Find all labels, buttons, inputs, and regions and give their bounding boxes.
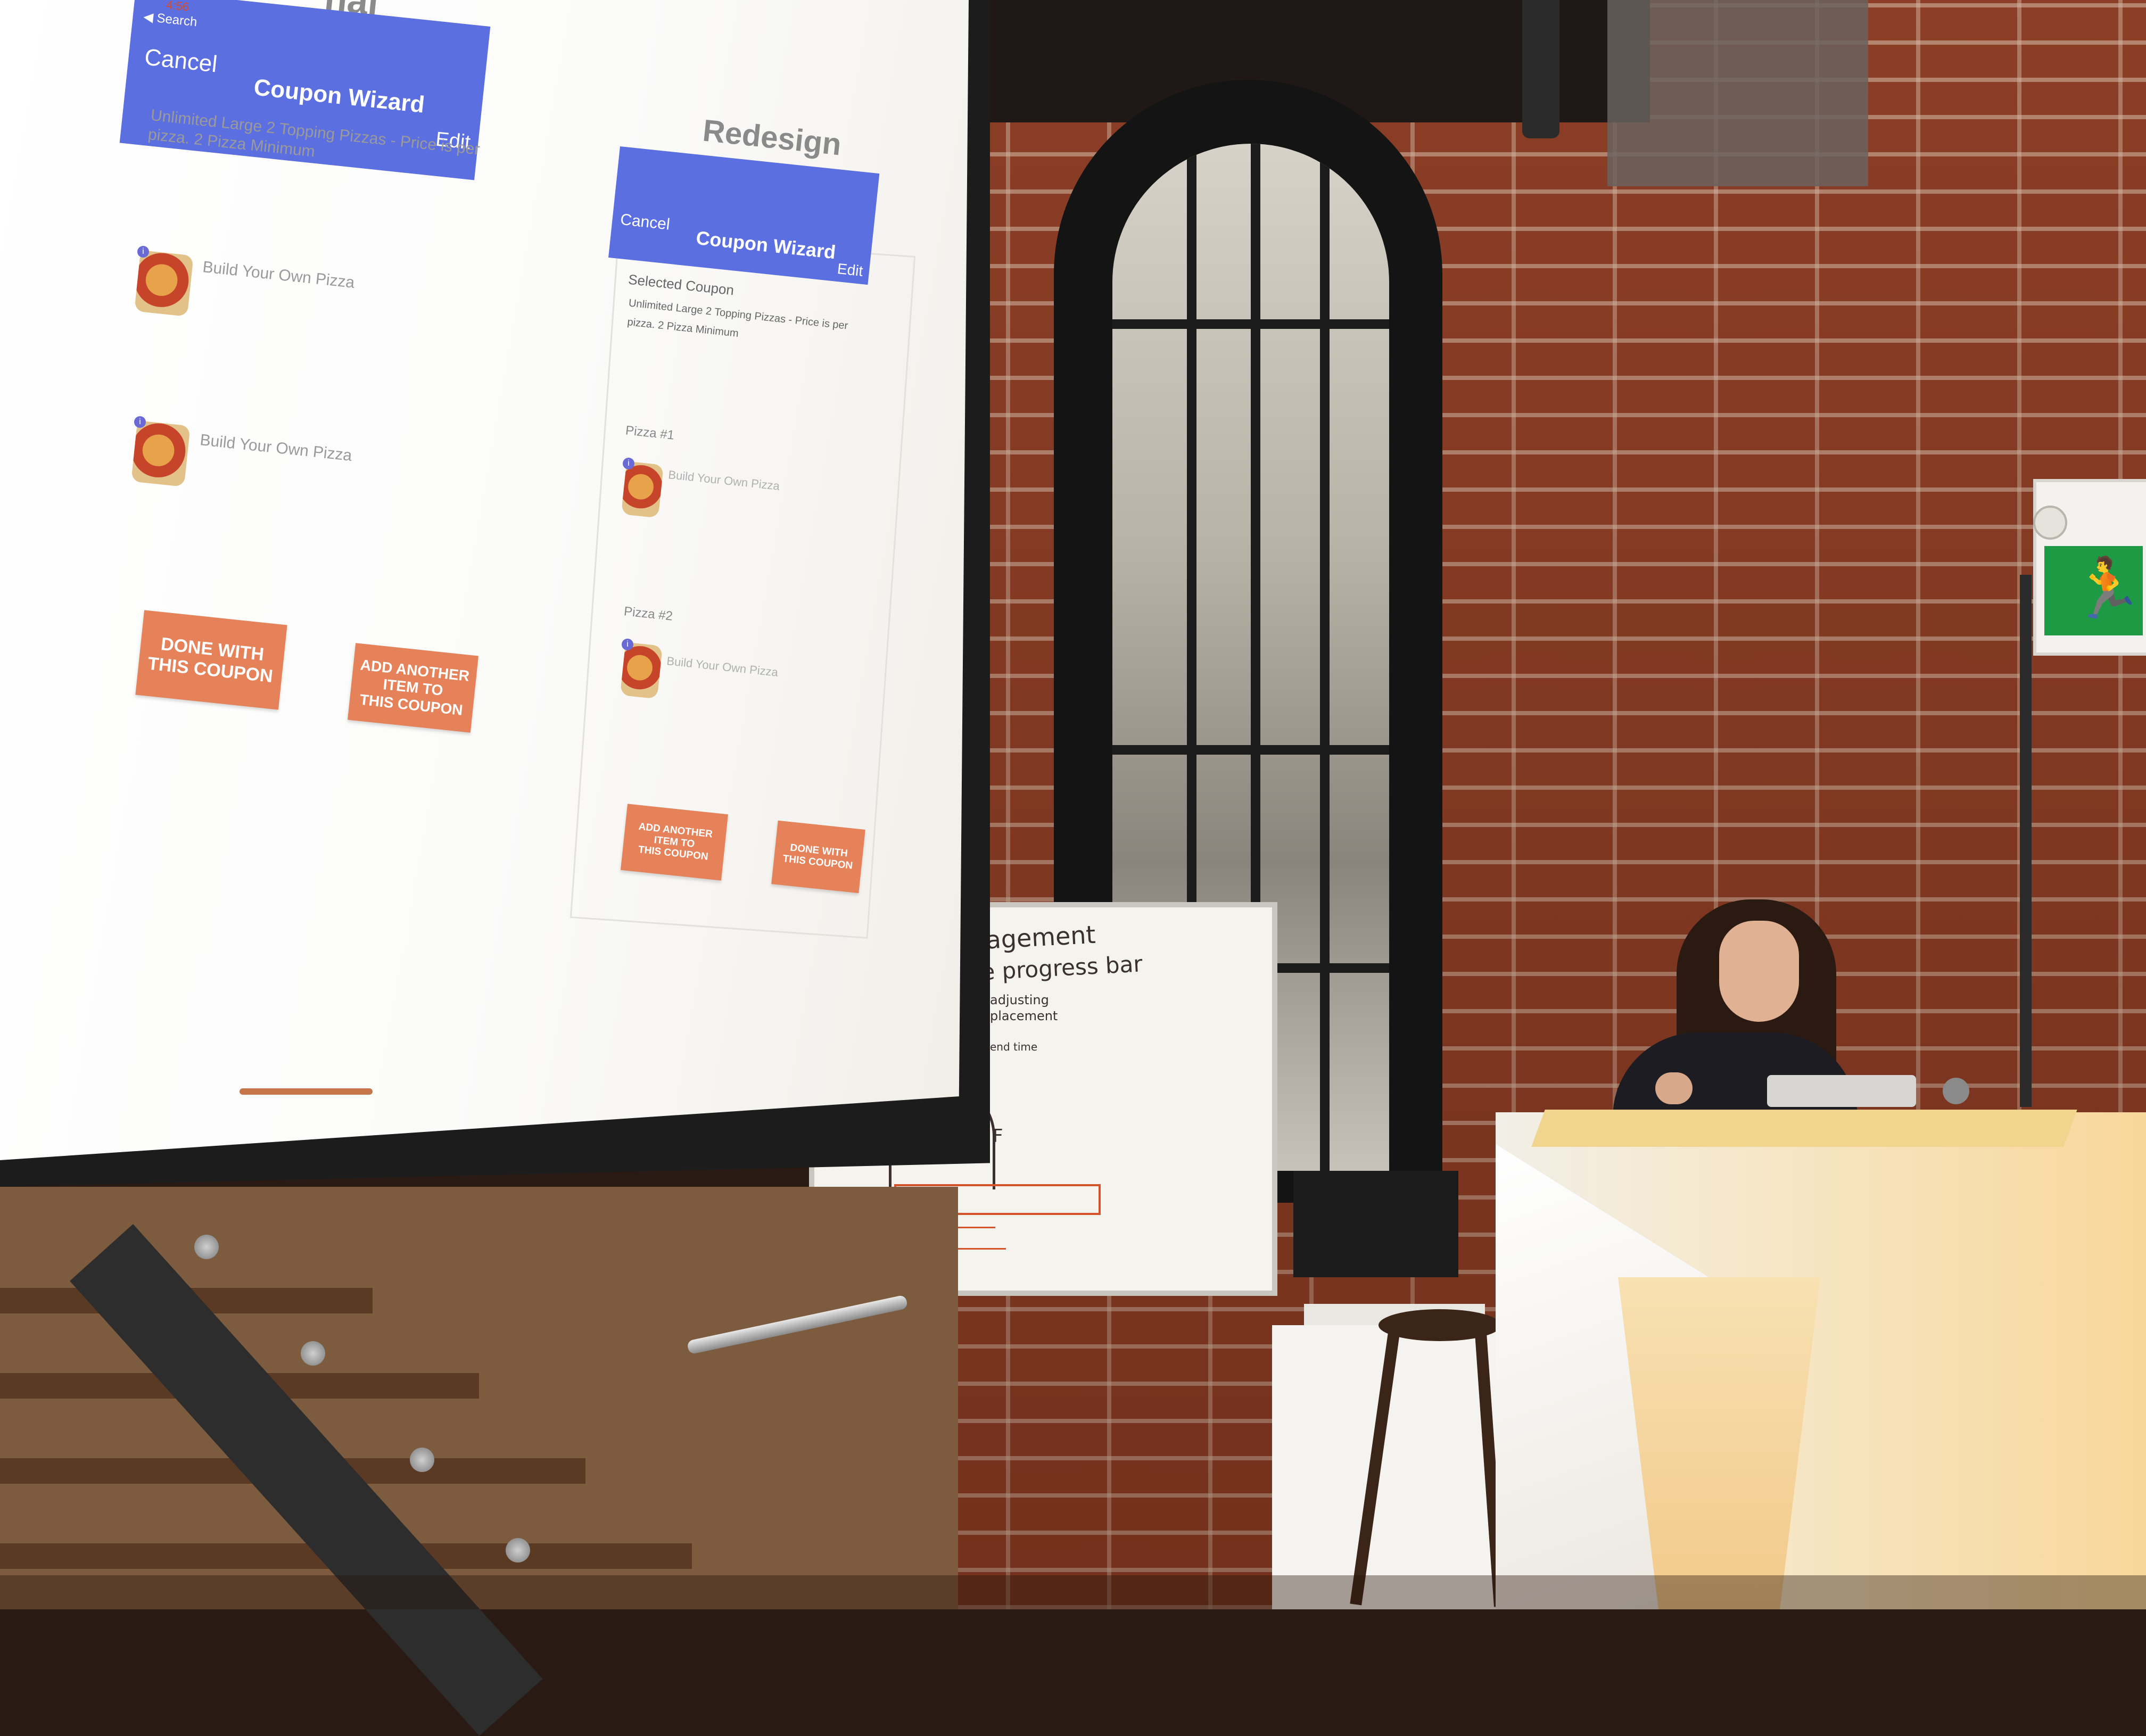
- phone-title: Coupon Wizard: [695, 226, 837, 263]
- add-another-item-button[interactable]: ADD ANOTHER ITEM TO THIS COUPON: [348, 643, 478, 733]
- pizza-thumbnail: [131, 420, 191, 487]
- stair-bolt: [194, 1235, 219, 1259]
- cancel-button: Cancel: [143, 44, 219, 78]
- pizza-item-label: Build Your Own Pizza: [199, 431, 353, 465]
- whiteboard-note: placement: [990, 1008, 1058, 1023]
- add-another-item-button[interactable]: ADD ANOTHER ITEM TO THIS COUPON: [620, 804, 729, 881]
- electrical-conduit: [2020, 575, 2032, 1107]
- window-base: [1293, 1171, 1458, 1277]
- presenter-hand: [1655, 1072, 1693, 1104]
- home-indicator: [240, 1088, 373, 1095]
- back-to-search-link: ◀ Search: [143, 9, 198, 30]
- edit-button: Edit: [836, 260, 864, 279]
- podium-top: [1531, 1110, 2077, 1147]
- microphone-icon: [1943, 1078, 1969, 1104]
- done-with-coupon-button[interactable]: DONE WITH THIS COUPON: [135, 610, 287, 710]
- info-icon: i: [137, 246, 149, 258]
- presenter-face: [1719, 921, 1799, 1022]
- info-icon: i: [622, 639, 633, 650]
- pizza-thumbnail: [134, 250, 194, 317]
- whiteboard-note: end time: [990, 1040, 1038, 1053]
- laptop: [1767, 1075, 1916, 1107]
- whiteboard-gauge-label: F: [993, 1126, 1003, 1147]
- wooden-stool: [1379, 1309, 1501, 1341]
- emergency-light-icon: [2033, 506, 2067, 540]
- info-icon: i: [623, 458, 634, 469]
- window-mullion: [1320, 144, 1330, 1171]
- slide-title-redesign: Redesign: [701, 113, 843, 162]
- stair-bolt: [410, 1448, 434, 1472]
- phone-title: Coupon Wizard: [252, 74, 426, 118]
- cancel-button: Cancel: [619, 210, 671, 234]
- stair-bolt: [301, 1341, 325, 1366]
- done-with-coupon-button[interactable]: DONE WITH THIS COUPON: [771, 820, 865, 894]
- projector-screen: nal 4:56 ◀ Search Cancel Coupon Wizard E…: [0, 0, 969, 1160]
- whiteboard-note: adjusting: [990, 993, 1049, 1007]
- info-icon: i: [134, 416, 146, 428]
- running-man-exit-icon: 🏃: [2070, 554, 2143, 622]
- pizza-item-label: Build Your Own Pizza: [202, 258, 356, 292]
- stair-bolt: [506, 1538, 530, 1563]
- floor-shadow: [0, 1575, 2146, 1609]
- pizza-thumbnail: [621, 461, 664, 518]
- photo-scene: 🏃 Debt Management ① scaleable progress b…: [0, 0, 2146, 1736]
- ceiling-vent: [1607, 0, 1868, 186]
- pizza-thumbnail: [620, 642, 663, 699]
- ceiling-pipe: [1522, 0, 1559, 138]
- window-transom: [1112, 319, 1389, 329]
- window-transom: [1112, 745, 1389, 755]
